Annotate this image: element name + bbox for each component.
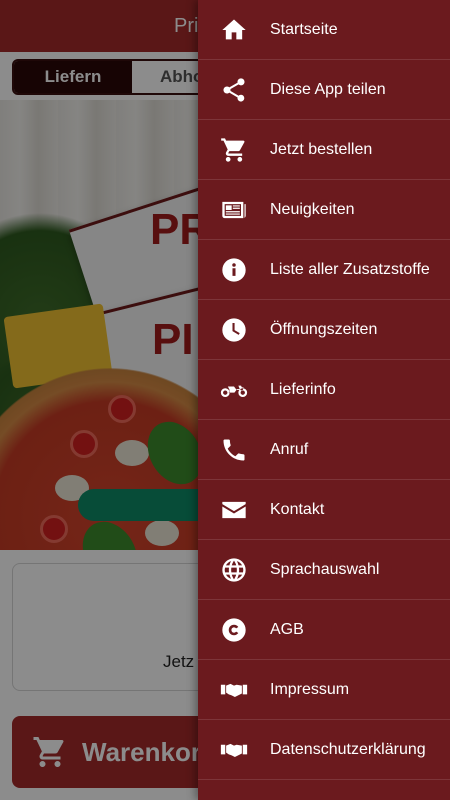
phone-icon [198, 420, 270, 480]
globe-icon [198, 540, 270, 600]
info-icon [198, 240, 270, 300]
nav-item-label: Startseite [270, 20, 338, 38]
clock-icon [198, 300, 270, 360]
nav-item-label: Impressum [270, 680, 350, 698]
nav-item-language[interactable]: Sprachauswahl [198, 540, 450, 600]
nav-item-label: Anruf [270, 440, 309, 458]
nav-item-home[interactable]: Startseite [198, 0, 450, 60]
nav-item-label: Lieferinfo [270, 380, 336, 398]
cart-icon [198, 120, 270, 180]
nav-item-additives[interactable]: Liste aller Zusatzstoffe [198, 240, 450, 300]
nav-item-more[interactable] [198, 780, 450, 800]
nav-item-label: Kontakt [270, 500, 325, 518]
nav-item-news[interactable]: Neuigkeiten [198, 180, 450, 240]
nav-item-label: AGB [270, 620, 304, 638]
nav-item-privacy-policy[interactable]: Datenschutzerklärung [198, 720, 450, 780]
home-icon [198, 0, 270, 60]
nav-item-terms[interactable]: AGB [198, 600, 450, 660]
nav-item-label: Diese App teilen [270, 80, 386, 98]
nav-item-label: Jetzt bestellen [270, 140, 373, 158]
nav-item-contact[interactable]: Kontakt [198, 480, 450, 540]
nav-item-label: Datenschutzerklärung [270, 740, 426, 758]
handshake-icon [198, 660, 270, 720]
newspaper-icon [198, 180, 270, 240]
nav-item-delivery-info[interactable]: Lieferinfo [198, 360, 450, 420]
copyright-icon [198, 600, 270, 660]
nav-item-call[interactable]: Anruf [198, 420, 450, 480]
handshake-icon [198, 720, 270, 780]
nav-item-label: Sprachauswahl [270, 560, 380, 578]
nav-item-opening-hours[interactable]: Öffnungszeiten [198, 300, 450, 360]
share-icon [198, 60, 270, 120]
nav-item-order-now[interactable]: Jetzt bestellen [198, 120, 450, 180]
navigation-drawer: Startseite Diese App teilen Jetzt bestel… [198, 0, 450, 800]
nav-item-share-app[interactable]: Diese App teilen [198, 60, 450, 120]
motorcycle-icon [198, 360, 270, 420]
nav-item-label: Neuigkeiten [270, 200, 355, 218]
nav-item-label: Liste aller Zusatzstoffe [270, 260, 430, 278]
nav-item-imprint[interactable]: Impressum [198, 660, 450, 720]
envelope-icon [198, 480, 270, 540]
nav-item-label: Öffnungszeiten [270, 320, 378, 338]
